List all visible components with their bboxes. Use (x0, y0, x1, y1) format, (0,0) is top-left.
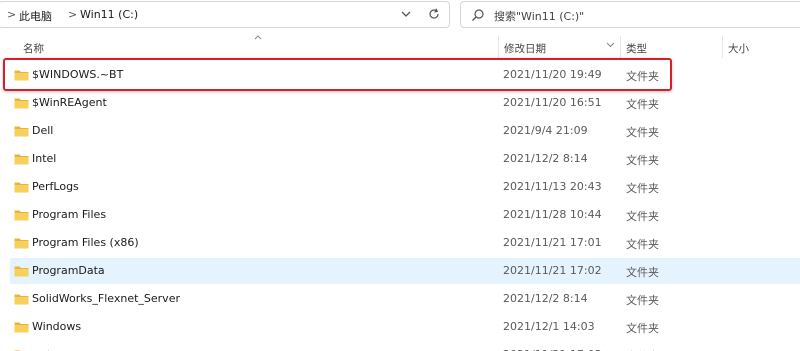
folder-icon (14, 70, 29, 81)
chevron-down-icon[interactable] (606, 42, 615, 48)
search-icon (472, 9, 484, 21)
file-row[interactable]: 用户2021/11/21 17:03文件夹 (10, 342, 800, 351)
search-input[interactable]: 搜索"Win11 (C:)" (494, 8, 584, 24)
file-type: 文件夹 (626, 126, 659, 139)
breadcrumb-this-pc[interactable]: 此电脑 (19, 8, 52, 24)
folder-icon (14, 266, 29, 277)
column-header-row: 名称 修改日期 类型 大小 (0, 32, 800, 58)
column-header-date[interactable]: 修改日期 (504, 41, 546, 56)
file-row[interactable]: Windows 2021/12/1 14:03 文件夹 (10, 314, 800, 340)
breadcrumb-separator: > (68, 8, 78, 21)
file-row[interactable]: Program Files (x86) 2021/11/21 17:01 文件夹 (10, 230, 800, 256)
folder-icon (14, 98, 29, 109)
file-type: 文件夹 (626, 182, 659, 195)
file-date: 2021/11/21 17:02 (503, 264, 602, 277)
file-date: 2021/12/2 8:14 (503, 292, 588, 305)
folder-icon (14, 210, 29, 221)
folder-icon (14, 238, 29, 249)
file-type: 文件夹 (626, 294, 659, 307)
chevron-down-icon[interactable] (399, 7, 413, 21)
file-name: PerfLogs (32, 180, 79, 193)
column-header-name[interactable]: 名称 (23, 41, 44, 56)
file-date: 2021/11/20 19:49 (503, 68, 602, 81)
file-name: Program Files (x86) (32, 236, 139, 249)
file-row[interactable]: Program Files 2021/11/28 10:44 文件夹 (10, 202, 800, 228)
address-bar[interactable]: > 此电脑 > Win11 (C:) (0, 1, 450, 28)
file-date: 2021/11/20 16:51 (503, 96, 602, 109)
file-name: Dell (32, 124, 54, 137)
sort-ascending-icon (254, 35, 262, 40)
file-type: 文件夹 (626, 238, 659, 251)
file-type: 文件夹 (626, 322, 659, 335)
file-type: 文件夹 (626, 98, 659, 111)
search-box[interactable]: 搜索"Win11 (C:)" (460, 1, 800, 28)
file-row[interactable]: ProgramData 2021/11/21 17:02 文件夹 (10, 258, 800, 284)
file-row[interactable]: Intel 2021/12/2 8:14 文件夹 (10, 146, 800, 172)
file-name: $WINDOWS.~BT (32, 68, 124, 81)
column-header-type[interactable]: 类型 (626, 41, 647, 56)
file-date: 2021/11/21 17:01 (503, 236, 602, 249)
file-row[interactable]: SolidWorks_Flexnet_Server 2021/12/2 8:14 文… (10, 286, 800, 312)
file-type: 文件夹 (626, 266, 659, 279)
file-type: 文件夹 (626, 210, 659, 223)
file-date: 2021/12/1 14:03 (503, 320, 595, 333)
top-bar: > 此电脑 > Win11 (C:) 搜索"Win11 (C:)" (0, 0, 800, 30)
refresh-icon[interactable] (427, 7, 441, 21)
breadcrumb-drive[interactable]: Win11 (C:) (80, 8, 138, 21)
column-divider[interactable] (620, 36, 621, 58)
file-type: 文件夹 (626, 154, 659, 167)
folder-icon (14, 294, 29, 305)
folder-icon (14, 322, 29, 333)
file-date: 2021/11/28 10:44 (503, 208, 602, 221)
folder-icon (14, 154, 29, 165)
file-name: $WinREAgent (32, 96, 107, 109)
column-header-size[interactable]: 大小 (728, 41, 749, 56)
file-name: ProgramData (32, 264, 105, 277)
file-row[interactable]: $WinREAgent 2021/11/20 16:51 文件夹 (10, 90, 800, 116)
file-row[interactable]: $WINDOWS.~BT 2021/11/20 19:49 文件夹 (10, 62, 800, 88)
file-row[interactable]: PerfLogs 2021/11/13 20:43 文件夹 (10, 174, 800, 200)
file-row[interactable]: Dell 2021/9/4 21:09 文件夹 (10, 118, 800, 144)
file-date: 2021/12/2 8:14 (503, 152, 588, 165)
column-divider[interactable] (722, 36, 723, 58)
folder-icon (14, 182, 29, 193)
file-name: Windows (32, 320, 82, 333)
column-divider[interactable] (498, 36, 499, 58)
breadcrumb-separator: > (7, 8, 17, 21)
file-name: Program Files (32, 208, 107, 221)
file-name: SolidWorks_Flexnet_Server (32, 292, 180, 305)
file-date: 2021/11/13 20:43 (503, 180, 602, 193)
file-name: Intel (32, 152, 57, 165)
folder-icon (14, 126, 29, 137)
file-date: 2021/9/4 21:09 (503, 124, 588, 137)
file-type: 文件夹 (626, 70, 659, 83)
